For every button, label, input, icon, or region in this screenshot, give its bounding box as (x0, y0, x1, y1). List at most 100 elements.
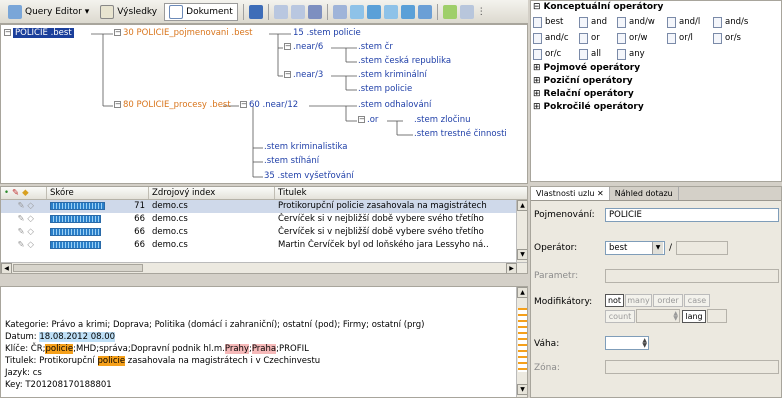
lang-field[interactable] (707, 309, 727, 323)
modifier-many-button[interactable]: many (625, 294, 652, 307)
modifier-lang-button[interactable]: lang (682, 310, 706, 323)
tab-document[interactable]: Dokument (164, 2, 238, 21)
operator-param-field[interactable] (676, 241, 728, 255)
row-icons[interactable]: ✎ ◇ (1, 239, 47, 252)
tree-node-stem-zlocinu[interactable]: .stem zločinu (414, 115, 471, 125)
column-header-score[interactable]: Skóre (47, 187, 149, 199)
detail-vertical-scrollbar[interactable]: ▲ ▼ (516, 287, 527, 397)
grid-horizontal-scrollbar[interactable]: ◀ ▶ (1, 262, 527, 273)
tree-node-stem-trestne-cinnosti[interactable]: .stem trestné činnosti (414, 129, 507, 139)
section-pokrocile[interactable]: ⊞ Pokročilé operátory (531, 101, 781, 114)
pencil-icon[interactable]: ✎ (12, 187, 19, 199)
collapse-toggle-icon[interactable]: − (240, 101, 247, 108)
section-relacni[interactable]: ⊞ Relační operátory (531, 88, 781, 101)
arrow-left-icon[interactable] (349, 4, 364, 19)
tab-node-properties[interactable]: Vlastnosti uzlu ✕ (531, 187, 610, 200)
spinner-icon[interactable]: ▲ ▼ (673, 311, 678, 322)
collapse-toggle-icon[interactable]: ⊟ (533, 1, 541, 14)
operator-item[interactable]: best (533, 16, 579, 28)
tab-query-editor[interactable]: Query Editor ▾ (4, 3, 93, 21)
insert-icon[interactable] (417, 4, 432, 19)
expand-icon[interactable] (273, 4, 288, 19)
operator-item[interactable]: and/w (617, 16, 667, 28)
tree-node-or[interactable]: − .or (358, 115, 378, 125)
expand-toggle-icon[interactable]: ⊞ (533, 62, 541, 75)
row-icons[interactable]: ✎ ◇ (1, 226, 47, 239)
section-pojmove[interactable]: ⊞ Pojmové operátory (531, 62, 781, 75)
zone-field[interactable] (605, 360, 779, 374)
modifier-count-button[interactable]: count (605, 310, 635, 323)
modifier-order-button[interactable]: order (653, 294, 683, 307)
arrow-down-icon[interactable] (400, 4, 415, 19)
operator-select[interactable]: best ▼ (605, 241, 665, 255)
grid-icon[interactable] (459, 4, 474, 19)
collapse-toggle-icon[interactable]: − (284, 43, 291, 50)
collapse-toggle-icon[interactable]: − (4, 29, 11, 36)
star-icon[interactable]: ◆ (22, 187, 29, 199)
operator-item[interactable]: any (617, 48, 667, 60)
collapse-toggle-icon[interactable]: − (114, 101, 121, 108)
tree-node-stem-odhalovani[interactable]: .stem odhalování (358, 100, 431, 110)
operator-item[interactable]: all (579, 48, 617, 60)
expand-toggle-icon[interactable]: ⊞ (533, 75, 541, 88)
more-icon[interactable]: ⋮ (477, 7, 486, 17)
tab-results[interactable]: Výsledky (96, 3, 161, 21)
operator-item[interactable]: or (579, 32, 617, 44)
table-row[interactable]: ✎ ◇ 66 demo.cs Martin Červíček byl od loňsk… (1, 239, 527, 252)
expand-toggle-icon[interactable]: ⊞ (533, 88, 541, 101)
scroll-down-icon[interactable]: ▼ (517, 384, 527, 395)
modifier-case-button[interactable]: case (684, 294, 710, 307)
check-icon[interactable]: • (4, 187, 9, 199)
modifier-not-button[interactable]: not (605, 294, 624, 307)
save-icon[interactable] (248, 4, 263, 19)
operator-item[interactable]: or/w (617, 32, 667, 44)
tree-node-pojmenovani[interactable]: −30 POLICIE_pojmenovani .best (114, 28, 252, 38)
flag-icon[interactable] (307, 4, 322, 19)
operator-item[interactable]: and/s (713, 16, 759, 28)
section-konceptualni[interactable]: ⊟ Konceptuální operátory (531, 1, 781, 14)
tree-node-stem-policie-2[interactable]: .stem policie (358, 84, 412, 94)
collapse-icon[interactable] (290, 4, 305, 19)
row-icons[interactable]: ✎ ◇ (1, 213, 47, 226)
edit-icon[interactable] (442, 4, 457, 19)
tree-node-stem-kriminalni[interactable]: .stem kriminální (358, 70, 427, 80)
scroll-up-icon[interactable]: ▲ (517, 287, 527, 298)
collapse-toggle-icon[interactable]: − (114, 29, 121, 36)
grid-vertical-scrollbar[interactable]: ▲ ▼ (516, 200, 527, 262)
tree-node-near12[interactable]: −60 .near/12 (240, 100, 298, 110)
tree-node-procesy[interactable]: −80 POLICIE_procesy .best (114, 100, 231, 110)
expand-toggle-icon[interactable]: ⊞ (533, 101, 541, 114)
tree-node-near6[interactable]: − .near/6 (284, 42, 323, 52)
collapse-toggle-icon[interactable]: − (284, 71, 291, 78)
tree-node-stem-policie[interactable]: 15 .stem policie (293, 28, 361, 38)
count-spinner[interactable]: ▲ ▼ (636, 309, 680, 323)
operator-item[interactable]: and/l (667, 16, 713, 28)
operator-item[interactable]: or/s (713, 32, 759, 44)
arrow-right-icon[interactable] (366, 4, 381, 19)
tree-node-stem-kriminalistika[interactable]: .stem kriminalistika (264, 142, 348, 152)
column-header-title[interactable]: Titulek (275, 187, 518, 199)
weight-spinner[interactable]: ▲ ▼ (605, 336, 649, 350)
hit-markers[interactable] (518, 308, 527, 372)
arrow-up-icon[interactable] (383, 4, 398, 19)
table-row[interactable]: ✎ ◇ 66 demo.cs Červíček si v nejbližší době… (1, 226, 527, 239)
tree-node-stem-cr[interactable]: .stem čr (358, 42, 393, 52)
table-row[interactable]: ✎ ◇ 71 demo.cs Protikorupční policie zasaho… (1, 200, 527, 213)
chevron-down-icon[interactable]: ▼ (652, 242, 663, 254)
collapse-toggle-icon[interactable]: − (358, 116, 365, 123)
scroll-right-icon[interactable]: ▶ (506, 263, 517, 273)
operator-item[interactable]: or/l (667, 32, 713, 44)
section-pozicni[interactable]: ⊞ Poziční operátory (531, 75, 781, 88)
spinner-icon[interactable]: ▲ ▼ (642, 338, 647, 349)
tab-query-preview[interactable]: Náhled dotazu (610, 187, 679, 200)
tree-node-stem-stihani[interactable]: .stem stíhání (264, 156, 319, 166)
tree-node-stem-ceska-republika[interactable]: .stem česká republika (358, 56, 451, 66)
scroll-left-icon[interactable]: ◀ (1, 263, 12, 273)
table-row[interactable]: ✎ ◇ 66 demo.cs Červíček si v nejbližší době… (1, 213, 527, 226)
scroll-thumb[interactable] (13, 264, 143, 272)
tree-node-stem-vysetrovani[interactable]: 35 .stem vyšetřování (264, 171, 354, 181)
operator-item[interactable]: and (579, 16, 617, 28)
tree-node-near3[interactable]: − .near/3 (284, 70, 323, 80)
node-icon[interactable] (332, 4, 347, 19)
operator-item[interactable]: or/c (533, 48, 579, 60)
